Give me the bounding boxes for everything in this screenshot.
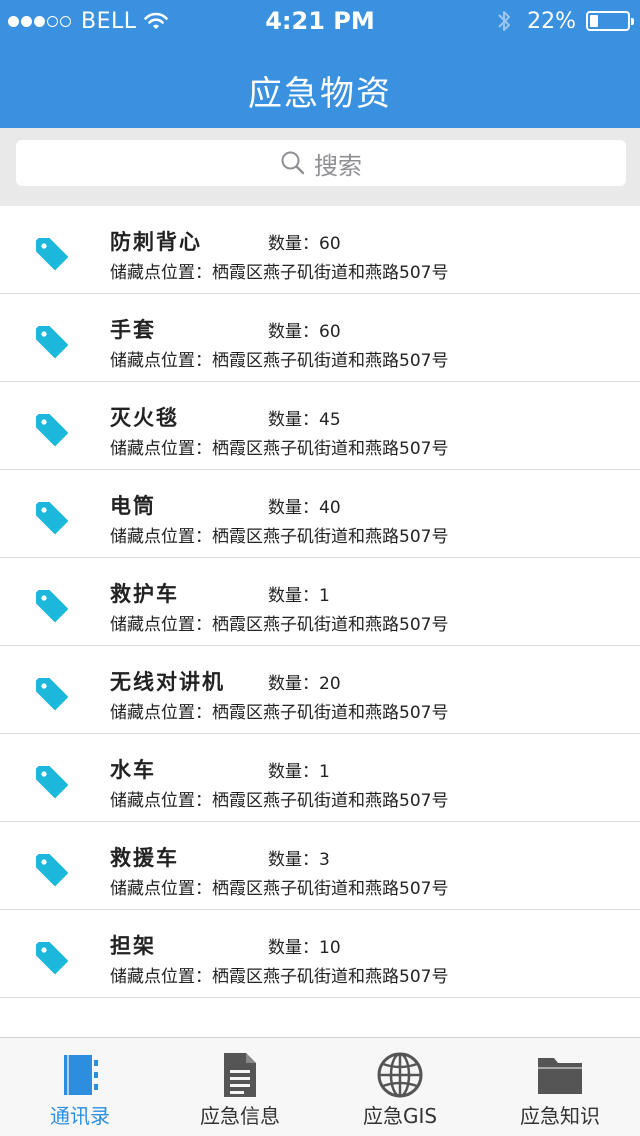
tab-emergency-gis[interactable]: 应急GIS (320, 1038, 480, 1136)
item-quantity: 数量：20 (268, 674, 341, 694)
tag-icon (34, 412, 70, 448)
tab-emergency-knowledge[interactable]: 应急知识 (480, 1038, 640, 1136)
tag-icon (34, 500, 70, 536)
tag-icon (34, 764, 70, 800)
search-input[interactable]: 搜索 (16, 140, 626, 186)
item-location: 储藏点位置：栖霞区燕子矶街道和燕路507号 (110, 263, 449, 283)
list-item[interactable]: 电筒 数量：40 储藏点位置：栖霞区燕子矶街道和燕路507号 (0, 470, 640, 558)
item-location: 储藏点位置：栖霞区燕子矶街道和燕路507号 (110, 967, 449, 987)
battery-percentage: 22% (527, 8, 576, 34)
address-book-icon (64, 1055, 98, 1095)
item-location: 储藏点位置：栖霞区燕子矶街道和燕路507号 (110, 703, 449, 723)
item-quantity: 数量：10 (268, 938, 341, 958)
item-name: 防刺背心 (110, 230, 202, 254)
item-location: 储藏点位置：栖霞区燕子矶街道和燕路507号 (110, 791, 449, 811)
folder-icon (538, 1058, 582, 1094)
item-location: 储藏点位置：栖霞区燕子矶街道和燕路507号 (110, 351, 449, 371)
list-item[interactable]: 防刺背心 数量：60 储藏点位置：栖霞区燕子矶街道和燕路507号 (0, 206, 640, 294)
search-icon (281, 151, 305, 175)
list-item[interactable]: 救护车 数量：1 储藏点位置：栖霞区燕子矶街道和燕路507号 (0, 558, 640, 646)
tag-icon (34, 236, 70, 272)
supplies-list: 防刺背心 数量：60 储藏点位置：栖霞区燕子矶街道和燕路507号 手套 数量：60 储藏点… (0, 206, 640, 998)
globe-icon (377, 1052, 423, 1098)
tab-label: 应急知识 (520, 1104, 600, 1128)
list-item[interactable]: 灭火毯 数量：45 储藏点位置：栖霞区燕子矶街道和燕路507号 (0, 382, 640, 470)
item-quantity: 数量：60 (268, 322, 341, 342)
search-placeholder: 搜索 (314, 151, 362, 180)
battery-icon (586, 11, 634, 31)
item-location: 储藏点位置：栖霞区燕子矶街道和燕路507号 (110, 439, 449, 459)
item-name: 救护车 (110, 582, 179, 606)
battery-level (590, 15, 598, 27)
item-name: 救援车 (110, 846, 179, 870)
item-quantity: 数量：45 (268, 410, 341, 430)
tag-icon (34, 588, 70, 624)
tag-icon (34, 324, 70, 360)
list-item[interactable]: 无线对讲机 数量：20 储藏点位置：栖霞区燕子矶街道和燕路507号 (0, 646, 640, 734)
document-icon (224, 1053, 256, 1097)
item-quantity: 数量：3 (268, 850, 330, 870)
list-item[interactable]: 手套 数量：60 储藏点位置：栖霞区燕子矶街道和燕路507号 (0, 294, 640, 382)
item-quantity: 数量：40 (268, 498, 341, 518)
status-bar: BELL 4:21 PM 22% (0, 0, 640, 40)
bluetooth-icon (498, 11, 511, 31)
list-item[interactable]: 水车 数量：1 储藏点位置：栖霞区燕子矶街道和燕路507号 (0, 734, 640, 822)
item-quantity: 数量：1 (268, 762, 330, 782)
item-name: 电筒 (110, 494, 156, 518)
page-title: 应急物资 (248, 74, 392, 114)
tag-icon (34, 940, 70, 976)
item-name: 担架 (110, 934, 156, 958)
search-area: 搜索 (0, 128, 640, 206)
tab-address-book[interactable]: 通讯录 (0, 1038, 160, 1136)
tag-icon (34, 676, 70, 712)
tab-label: 通讯录 (50, 1104, 110, 1128)
top-bar: BELL 4:21 PM 22% 应急物资 (0, 0, 640, 128)
tab-bar: 通讯录 应急信息 应急GIS 应急知识 (0, 1037, 640, 1136)
list-item[interactable]: 担架 数量：10 储藏点位置：栖霞区燕子矶街道和燕路507号 (0, 910, 640, 998)
item-name: 水车 (110, 758, 156, 782)
tab-label: 应急GIS (362, 1104, 438, 1128)
tab-label: 应急信息 (200, 1104, 280, 1128)
item-name: 手套 (110, 318, 156, 342)
item-location: 储藏点位置：栖霞区燕子矶街道和燕路507号 (110, 615, 449, 635)
tab-emergency-info[interactable]: 应急信息 (160, 1038, 320, 1136)
item-name: 无线对讲机 (110, 670, 225, 694)
item-name: 灭火毯 (110, 406, 179, 430)
status-right: 22% (497, 6, 634, 36)
item-quantity: 数量：1 (268, 586, 330, 606)
list-item[interactable]: 救援车 数量：3 储藏点位置：栖霞区燕子矶街道和燕路507号 (0, 822, 640, 910)
item-location: 储藏点位置：栖霞区燕子矶街道和燕路507号 (110, 879, 449, 899)
tag-icon (34, 852, 70, 888)
item-quantity: 数量：60 (268, 234, 341, 254)
item-location: 储藏点位置：栖霞区燕子矶街道和燕路507号 (110, 527, 449, 547)
